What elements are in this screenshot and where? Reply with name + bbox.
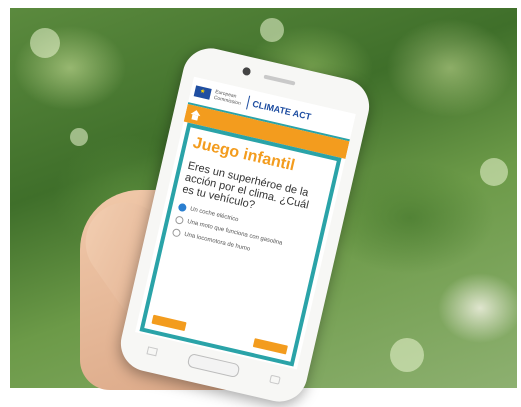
eu-flag-icon	[193, 84, 212, 100]
back-key[interactable]	[269, 374, 281, 385]
next-button[interactable]	[252, 338, 288, 355]
bokeh-light	[480, 158, 508, 186]
button-row	[151, 314, 288, 355]
brand-title[interactable]: CLIMATE ACT	[251, 99, 312, 122]
radio-selected[interactable]	[177, 202, 188, 213]
radio-unselected[interactable]	[174, 215, 185, 225]
recent-apps-key[interactable]	[146, 346, 158, 357]
bokeh-light	[30, 28, 60, 58]
bokeh-light	[390, 338, 424, 372]
radio-unselected[interactable]	[171, 227, 182, 238]
bokeh-light	[70, 128, 88, 146]
home-icon[interactable]	[189, 109, 201, 121]
home-button[interactable]	[186, 352, 241, 379]
quiz-card: Juego infantil Eres un superhéroe de la …	[139, 122, 342, 367]
front-camera	[241, 66, 252, 77]
quiz-card-body: Juego infantil Eres un superhéroe de la …	[144, 127, 337, 362]
speaker-grille	[263, 74, 296, 86]
header-divider	[246, 95, 251, 110]
back-button[interactable]	[151, 314, 187, 332]
bokeh-light	[260, 18, 284, 42]
org-label: European Commission	[213, 88, 242, 107]
